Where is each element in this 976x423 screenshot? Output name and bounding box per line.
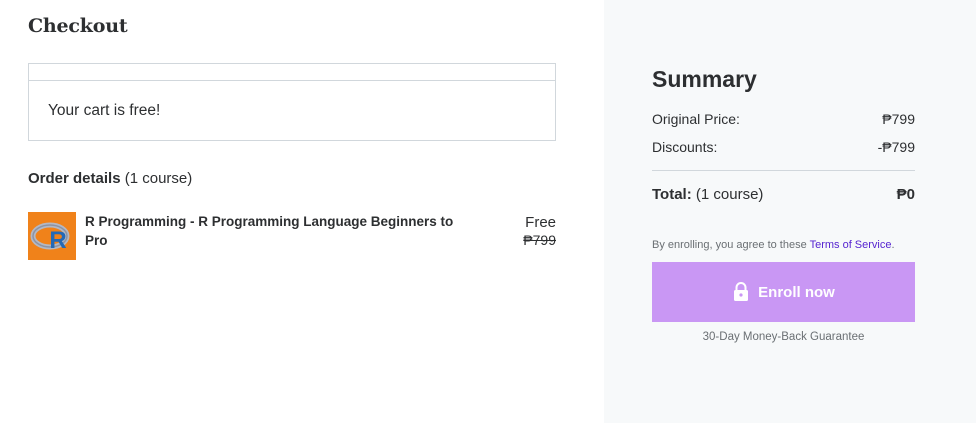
terms-prefix: By enrolling, you agree to these: [652, 239, 810, 251]
page-title: Checkout: [28, 15, 128, 37]
cart-box-header: [29, 64, 555, 81]
cart-box: Your cart is free!: [28, 63, 556, 141]
order-details-count: (1 course): [124, 170, 193, 187]
total-value: ₱0: [896, 186, 915, 203]
terms-suffix: .: [891, 239, 895, 251]
summary-title: Summary: [652, 66, 757, 92]
money-back-guarantee: 30-Day Money-Back Guarantee: [702, 331, 865, 343]
discounts-value: -₱799: [877, 139, 915, 155]
terms-of-service-link[interactable]: Terms of Service: [810, 239, 892, 251]
original-price-row: Original Price: ₱799: [652, 111, 915, 127]
discounts-row: Discounts: -₱799: [652, 139, 915, 155]
terms-notice: By enrolling, you agree to these Terms o…: [652, 239, 895, 251]
order-details-label: Order details: [28, 170, 121, 187]
summary-divider: [652, 170, 915, 171]
lock-icon: [734, 282, 749, 301]
summary-panel: Summary Original Price: ₱799 Discounts: …: [604, 0, 976, 423]
r-logo-icon[interactable]: R: [28, 212, 76, 260]
total-label: Total:: [652, 186, 692, 203]
original-price-value: ₱799: [882, 111, 915, 127]
enroll-now-button[interactable]: Enroll now: [652, 262, 915, 322]
cart-message: Your cart is free!: [48, 102, 161, 119]
course-price: Free ₱799: [523, 214, 556, 248]
enroll-now-label: Enroll now: [758, 283, 835, 301]
svg-text:R: R: [49, 227, 66, 254]
original-price-label: Original Price:: [652, 111, 740, 127]
total-label-group: Total: (1 course): [652, 186, 763, 203]
checkout-panel: Checkout Your cart is free! Order detail…: [0, 0, 604, 423]
total-row: Total: (1 course) ₱0: [652, 186, 915, 203]
order-details-heading: Order details (1 course): [28, 170, 192, 187]
total-count: (1 course): [695, 186, 764, 203]
course-price-current: Free: [525, 214, 556, 231]
course-title[interactable]: R Programming - R Programming Language B…: [85, 212, 457, 250]
course-item[interactable]: R R Programming - R Programming Language…: [28, 212, 556, 262]
discounts-label: Discounts:: [652, 139, 718, 155]
course-price-original: ₱799: [523, 232, 556, 248]
